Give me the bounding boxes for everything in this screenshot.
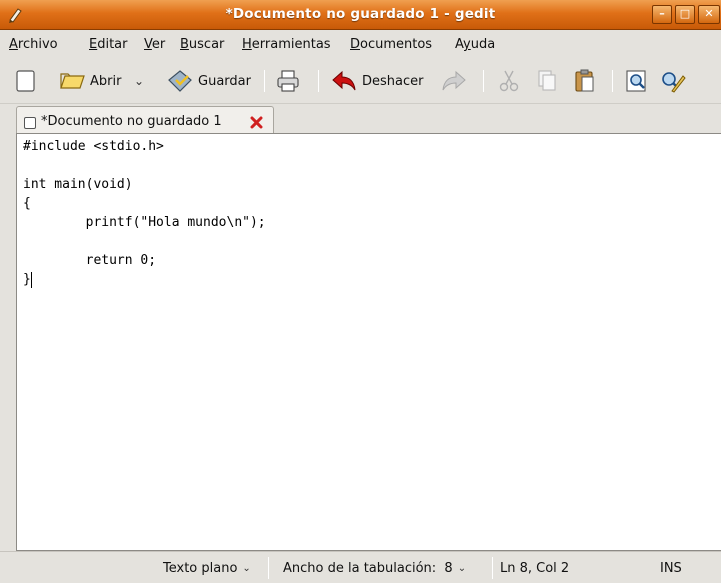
toolbar-separator [612, 70, 613, 92]
redo-arrow-icon [442, 70, 466, 91]
tab-label: *Documento no guardado 1 [41, 114, 222, 129]
text-cursor [31, 272, 32, 288]
save-label: Guardar [198, 73, 251, 89]
text-editor[interactable]: #include <stdio.h> int main(void) { prin… [16, 133, 721, 551]
menu-archivo-label: Archivo [9, 37, 58, 52]
document-tabs: *Documento no guardado 1 [0, 104, 721, 136]
magnifier-icon [626, 70, 646, 92]
menu-herramientas-label: Herramientas [242, 37, 331, 52]
menu-archivo[interactable]: Archivo [9, 37, 58, 52]
menu-editar-label: Editar [89, 37, 128, 52]
menu-ver-label: Ver [144, 37, 166, 52]
tab-width-selector[interactable]: Ancho de la tabulación: 8 ⌄ [278, 557, 471, 579]
chevron-down-icon: ⌄ [457, 562, 467, 574]
menu-documentos[interactable]: Documentos [350, 37, 432, 52]
menu-documentos-label: Documentos [350, 37, 433, 52]
code-line: { [23, 196, 31, 211]
toolbar-separator [483, 70, 484, 92]
close-button[interactable]: ✕ [698, 5, 720, 24]
paste-button[interactable] [572, 66, 598, 96]
status-separator [492, 557, 493, 579]
open-button[interactable]: Abrir [58, 66, 121, 96]
tab-width-label: Ancho de la tabulación: 8 [283, 560, 453, 576]
syntax-language-label: Texto plano [163, 560, 238, 576]
menu-buscar-label: Buscar [180, 37, 225, 52]
new-document-icon [16, 70, 35, 92]
menu-herramientas[interactable]: Herramientas [242, 37, 331, 52]
maximize-button[interactable]: □ [675, 5, 695, 24]
save-button[interactable]: Guardar [166, 66, 251, 96]
maximize-icon: □ [679, 7, 691, 20]
find-replace-icon [662, 72, 686, 93]
chevron-down-icon: ⌄ [134, 74, 145, 88]
new-document-button[interactable] [12, 66, 38, 96]
title-bar[interactable]: *Documento no guardado 1 - gedit – □ ✕ [0, 0, 721, 30]
folder-open-icon [60, 73, 85, 89]
insert-mode-label: INS [660, 560, 682, 576]
minimize-button[interactable]: – [652, 5, 672, 24]
toolbar-separator [264, 70, 265, 92]
clipboard-paste-icon [575, 69, 594, 92]
printer-icon [277, 70, 299, 92]
copy-icon [538, 70, 556, 91]
toolbar-separator [318, 70, 319, 92]
cursor-position-label: Ln 8, Col 2 [500, 560, 570, 576]
chevron-down-icon: ⌄ [242, 562, 251, 574]
undo-arrow-icon [332, 70, 356, 91]
window-title: *Documento no guardado 1 - gedit [225, 6, 496, 22]
menu-bar: Archivo Editar Ver Buscar Herramientas D… [0, 30, 721, 58]
syntax-language-selector[interactable]: Texto plano ⌄ [158, 557, 256, 579]
toolbar: Abrir ⌄ Guardar Deshacer [0, 58, 721, 104]
menu-buscar[interactable]: Buscar [180, 37, 224, 52]
tab-document-1[interactable]: *Documento no guardado 1 [16, 106, 274, 136]
scissors-icon [499, 70, 519, 92]
menu-ayuda[interactable]: Ayuda [455, 37, 495, 52]
document-icon [24, 117, 36, 129]
code-line: #include <stdio.h> [23, 139, 164, 154]
code-line: return 0; [23, 253, 157, 268]
menu-ayuda-label: Ayuda [455, 37, 496, 52]
menu-ver[interactable]: Ver [144, 37, 165, 52]
insert-mode: INS [660, 557, 682, 579]
print-button[interactable] [275, 66, 301, 96]
open-label: Abrir [90, 73, 122, 89]
find-button[interactable] [624, 66, 650, 96]
cursor-position: Ln 8, Col 2 [500, 557, 569, 579]
copy-button[interactable] [534, 66, 560, 96]
menu-editar[interactable]: Editar [89, 37, 128, 52]
close-icon: ✕ [704, 7, 714, 20]
code-line: } [23, 272, 31, 287]
open-dropdown-arrow[interactable]: ⌄ [134, 66, 144, 96]
status-bar: Texto plano ⌄ Ancho de la tabulación: 8 … [0, 551, 721, 583]
status-separator [268, 557, 269, 579]
save-disk-icon [168, 70, 192, 92]
code-line: printf("Hola mundo\n"); [23, 215, 266, 230]
gedit-window: *Documento no guardado 1 - gedit – □ ✕ A… [0, 0, 721, 583]
cut-button[interactable] [496, 66, 522, 96]
code-line: int main(void) [23, 177, 133, 192]
find-replace-button[interactable] [658, 66, 686, 96]
redo-button[interactable] [440, 66, 468, 96]
minimize-icon: – [659, 7, 665, 20]
undo-button[interactable]: Deshacer [330, 66, 423, 96]
undo-label: Deshacer [362, 73, 424, 89]
close-tab-icon[interactable] [249, 115, 264, 130]
